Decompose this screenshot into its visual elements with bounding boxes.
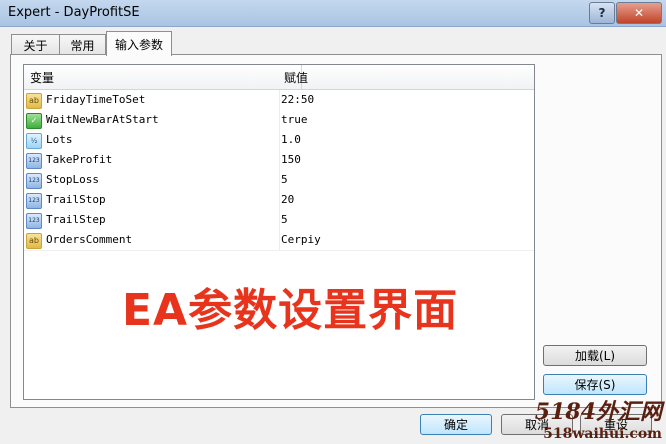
column-divider — [279, 130, 280, 150]
param-name: TrailStop — [46, 193, 106, 206]
grid-header: 变量 赋值 — [24, 65, 534, 90]
param-value[interactable]: 150 — [281, 153, 301, 166]
param-name: TrailStep — [46, 213, 106, 226]
param-value[interactable]: 5 — [281, 173, 288, 186]
param-name: OrdersComment — [46, 233, 133, 246]
param-value[interactable]: 20 — [281, 193, 294, 206]
param-value[interactable]: Cerpiy — [281, 233, 321, 246]
param-name: WaitNewBarAtStart — [46, 113, 159, 126]
header-value[interactable]: 赋值 — [284, 69, 308, 86]
column-divider — [279, 210, 280, 230]
column-divider — [279, 170, 280, 190]
string-type-icon: ab — [26, 93, 42, 109]
watermark-url: 518waihui.com — [543, 426, 662, 442]
overlay-caption: EA参数设置界面 — [122, 285, 459, 336]
double-type-icon: ½ — [26, 133, 42, 149]
param-value[interactable]: 22:50 — [281, 93, 314, 106]
param-row[interactable]: 123 StopLoss 5 — [24, 170, 534, 191]
parameters-grid[interactable]: 变量 赋值 ab FridayTimeToSet 22:50 ✓ WaitNew… — [23, 64, 535, 400]
string-type-icon: ab — [26, 233, 42, 249]
param-row[interactable]: 123 TrailStop 20 — [24, 190, 534, 211]
bool-type-icon: ✓ — [26, 113, 42, 129]
param-name: StopLoss — [46, 173, 99, 186]
ok-button[interactable]: 确定 — [420, 414, 492, 435]
param-name: FridayTimeToSet — [46, 93, 146, 106]
param-row[interactable]: ab OrdersComment Cerpiy — [24, 230, 534, 251]
param-row[interactable]: 123 TakeProfit 150 — [24, 150, 534, 171]
window-title: Expert - DayProfitSE — [8, 5, 140, 20]
save-button[interactable]: 保存(S) — [543, 374, 647, 395]
title-bar: Expert - DayProfitSE ? ✕ — [0, 0, 666, 27]
param-value[interactable]: 1.0 — [281, 133, 301, 146]
column-divider — [279, 90, 280, 110]
column-divider — [279, 190, 280, 210]
param-value[interactable]: true — [281, 113, 308, 126]
tab-inputs[interactable]: 输入参数 — [106, 31, 172, 56]
help-button[interactable]: ? — [589, 2, 615, 24]
int-type-icon: 123 — [26, 173, 42, 189]
load-button[interactable]: 加载(L) — [543, 345, 647, 366]
tab-about[interactable]: 关于 — [11, 34, 60, 56]
column-divider — [279, 230, 280, 250]
param-name: TakeProfit — [46, 153, 113, 166]
column-divider — [279, 150, 280, 170]
tab-common[interactable]: 常用 — [59, 34, 106, 56]
close-button[interactable]: ✕ — [616, 2, 662, 24]
param-row[interactable]: ½ Lots 1.0 — [24, 130, 534, 151]
watermark: 5184外汇网 518waihui.com — [535, 394, 662, 442]
column-divider — [279, 110, 280, 130]
param-name: Lots — [46, 133, 73, 146]
int-type-icon: 123 — [26, 213, 42, 229]
header-variable[interactable]: 变量 — [30, 69, 54, 86]
param-row[interactable]: ab FridayTimeToSet 22:50 — [24, 90, 534, 111]
param-row[interactable]: ✓ WaitNewBarAtStart true — [24, 110, 534, 131]
int-type-icon: 123 — [26, 153, 42, 169]
int-type-icon: 123 — [26, 193, 42, 209]
param-row[interactable]: 123 TrailStep 5 — [24, 210, 534, 231]
param-value[interactable]: 5 — [281, 213, 288, 226]
watermark-logo: 5184外汇网 — [534, 399, 662, 425]
